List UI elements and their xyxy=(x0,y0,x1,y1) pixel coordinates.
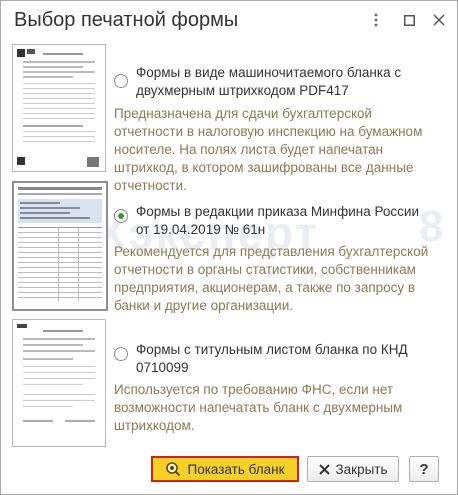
dialog-title: Выбор печатной формы xyxy=(14,9,239,31)
maximize-button[interactable] xyxy=(398,9,420,31)
option-radio[interactable] xyxy=(114,347,128,361)
option-radio[interactable] xyxy=(114,74,128,88)
form-thumbnail[interactable] xyxy=(12,319,106,447)
more-options-button[interactable] xyxy=(365,9,387,31)
maximize-icon xyxy=(403,14,415,26)
document-preview-icon xyxy=(17,49,99,167)
close-button[interactable]: Закрыть xyxy=(307,456,399,482)
form-thumbnail[interactable] xyxy=(12,181,108,311)
print-form-dialog: Выбор печатной формы БУХэксперт 8 У В Фо… xyxy=(0,0,458,495)
help-label: ? xyxy=(419,460,429,478)
more-vertical-icon xyxy=(374,13,378,27)
close-x-icon xyxy=(318,463,330,475)
show-form-label: Показать бланк xyxy=(187,461,285,477)
document-preview-icon xyxy=(17,324,95,422)
close-icon xyxy=(433,14,445,26)
option-title[interactable]: Формы с титульным листом бланка по КНД 0… xyxy=(136,341,436,377)
show-form-button[interactable]: Показать бланк xyxy=(151,456,299,482)
option-title[interactable]: Формы в виде машиночитаемого бланка с дв… xyxy=(136,64,436,100)
title-bar: Выбор печатной формы xyxy=(1,1,457,41)
help-button[interactable]: ? xyxy=(409,456,439,482)
close-label: Закрыть xyxy=(335,461,388,477)
radio-selected-dot xyxy=(118,213,124,219)
option-description: Используется по требованию ФНС, если нет… xyxy=(114,382,403,433)
option-description: Рекомендуется для представления бухгалте… xyxy=(114,244,429,313)
form-thumbnail[interactable] xyxy=(12,44,106,172)
option-description: Предназначена для сдачи бухгалтерской от… xyxy=(114,106,423,193)
close-window-button[interactable] xyxy=(428,9,450,31)
document-preview-icon xyxy=(18,187,102,301)
preview-icon xyxy=(165,461,181,477)
option-title[interactable]: Формы в редакции приказа Минфина России … xyxy=(136,203,436,239)
option-radio[interactable] xyxy=(114,209,128,223)
